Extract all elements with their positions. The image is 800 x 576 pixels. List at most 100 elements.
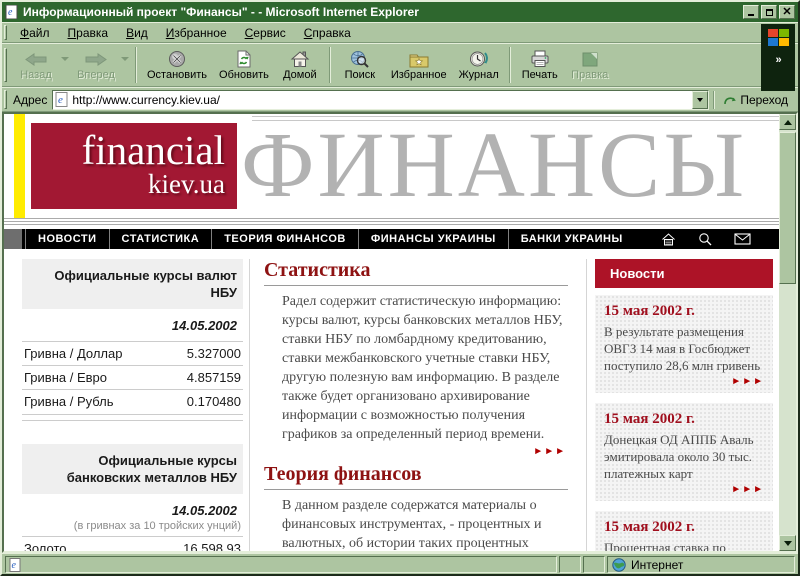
menu-favorites[interactable]: Избранное [157,24,236,42]
search-icon[interactable] [698,232,712,246]
back-button[interactable]: Назад [11,44,61,86]
section-title-statistics[interactable]: Статистика [264,259,568,286]
mail-icon[interactable] [734,233,751,245]
news-item: 15 мая 2002 г. В результате размещения О… [595,295,773,393]
address-separator [713,91,715,109]
rate-value: 0.170480 [187,394,241,409]
table-row: Золото 16 598.93 [22,536,243,551]
site-logo[interactable]: financial kiev.ua [31,123,237,209]
nav-item-finance-ukraine[interactable]: ФИНАНСЫ УКРАИНЫ [358,229,508,249]
go-label: Переход [740,93,788,107]
svg-text:e: e [8,7,13,18]
more-link[interactable]: ►►► [604,376,764,387]
back-dropdown-icon[interactable] [61,57,69,61]
toolbar-grip[interactable] [4,48,7,82]
menu-help[interactable]: Справка [295,24,360,42]
status-zone-pane: Интернет [607,556,795,573]
scroll-up-button[interactable] [779,114,796,130]
menubar-grip[interactable] [4,25,7,40]
search-button[interactable]: Поиск [335,44,385,86]
refresh-icon [236,50,252,68]
history-button[interactable]: Журнал [453,44,505,86]
menu-edit[interactable]: Правка [59,24,118,42]
stop-button[interactable]: Остановить [141,44,213,86]
nav-spacer [4,229,22,249]
more-link[interactable]: ►►► [264,446,566,457]
refresh-button[interactable]: Обновить [213,44,275,86]
arrow-up-icon [784,120,792,125]
go-arrow-icon [723,93,737,106]
address-bar: Адрес e Переход [2,87,798,112]
web-page: financial kiev.ua ФИНАНСЫ НОВОСТИ СТАТИС… [4,114,779,551]
print-button[interactable]: Печать [515,44,565,86]
more-link[interactable]: ►►► [604,484,764,495]
news-column: Новости 15 мая 2002 г. В результате разм… [586,259,779,551]
close-icon: ✕ [782,7,791,18]
scrollbar-thumb[interactable] [779,132,796,284]
forward-dropdown-icon[interactable] [121,57,129,61]
globe-icon [612,558,626,572]
metal-label: Золото [24,541,67,551]
go-button[interactable]: Переход [719,93,794,107]
section-title-theory[interactable]: Теория финансов [264,463,568,490]
news-item: 15 мая 2002 г. Донецкая ОД АППБ Аваль эм… [595,403,773,501]
favorites-button[interactable]: Избранное [385,44,453,86]
home-icon[interactable] [661,233,676,246]
home-icon [290,50,310,68]
close-button[interactable]: ✕ [779,5,795,19]
home-button[interactable]: Домой [275,44,325,86]
news-date: 15 мая 2002 г. [604,519,764,536]
currency-rates-block: Официальные курсы валют НБУ 14.05.2002 Г… [22,259,243,422]
minimize-button[interactable] [743,5,759,19]
news-text: Донецкая ОД АППБ Аваль эмитировала около… [604,431,764,482]
news-text: В результате размещения ОВГЗ 14 мая в Го… [604,323,764,374]
rate-value: 4.857159 [187,370,241,385]
news-date: 15 мая 2002 г. [604,303,764,320]
menu-tools[interactable]: Сервис [236,24,295,42]
address-label: Адрес [13,93,47,107]
section-text-theory: В данном разделе содержатся материалы о … [282,496,566,551]
nav-item-banks-ukraine[interactable]: БАНКИ УКРАИНЫ [508,229,635,249]
rate-label: Гривна / Рубль [24,394,114,409]
rate-value: 5.327000 [187,346,241,361]
print-icon [530,50,550,68]
menu-view[interactable]: Вид [117,24,157,42]
metal-rates-block: Официальные курсы банковских металлов НБ… [22,444,243,551]
nav-item-news[interactable]: НОВОСТИ [25,229,109,249]
nav-item-finance-theory[interactable]: ТЕОРИЯ ФИНАНСОВ [211,229,358,249]
address-dropdown-button[interactable] [692,91,708,109]
toolbar-overflow-chevron-icon[interactable]: » [775,54,780,66]
minimize-icon [748,8,754,16]
edit-icon [581,51,599,68]
network-zone-label: Интернет [631,558,683,572]
metal-rates-date: 14.05.2002 [22,494,243,520]
forward-icon [84,51,108,68]
table-row: Гривна / Доллар 5.327000 [22,341,243,365]
table-filler [22,420,243,422]
nav-item-statistics[interactable]: СТАТИСТИКА [109,229,212,249]
favorites-icon [409,51,429,68]
toolbar-separator [135,47,137,83]
search-icon [350,50,369,68]
toolbar-separator [329,47,331,83]
ie-document-icon: e [5,5,19,19]
addressbar-grip[interactable] [4,90,7,108]
address-input[interactable] [68,92,692,108]
news-date: 15 мая 2002 г. [604,411,764,428]
restore-button[interactable] [761,5,777,19]
edit-button[interactable]: Правка [565,44,615,86]
scroll-down-button[interactable] [779,535,796,551]
title-bar[interactable]: e Информационный проект "Финансы" - - Mi… [2,2,798,22]
ie-page-icon: e [55,92,68,107]
forward-button[interactable]: Вперед [71,44,121,86]
metal-value: 16 598.93 [183,541,241,551]
vertical-scrollbar[interactable] [779,114,796,551]
metal-rates-title: Официальные курсы банковских металлов НБ… [22,444,243,494]
toolbar-separator [509,47,511,83]
stop-icon [168,50,186,68]
address-field[interactable]: e [52,90,709,110]
yellow-stripe [12,114,25,218]
currency-rates-title: Официальные курсы валют НБУ [22,259,243,309]
menu-file[interactable]: Файл [11,24,59,42]
site-header: financial kiev.ua ФИНАНСЫ [4,114,779,218]
